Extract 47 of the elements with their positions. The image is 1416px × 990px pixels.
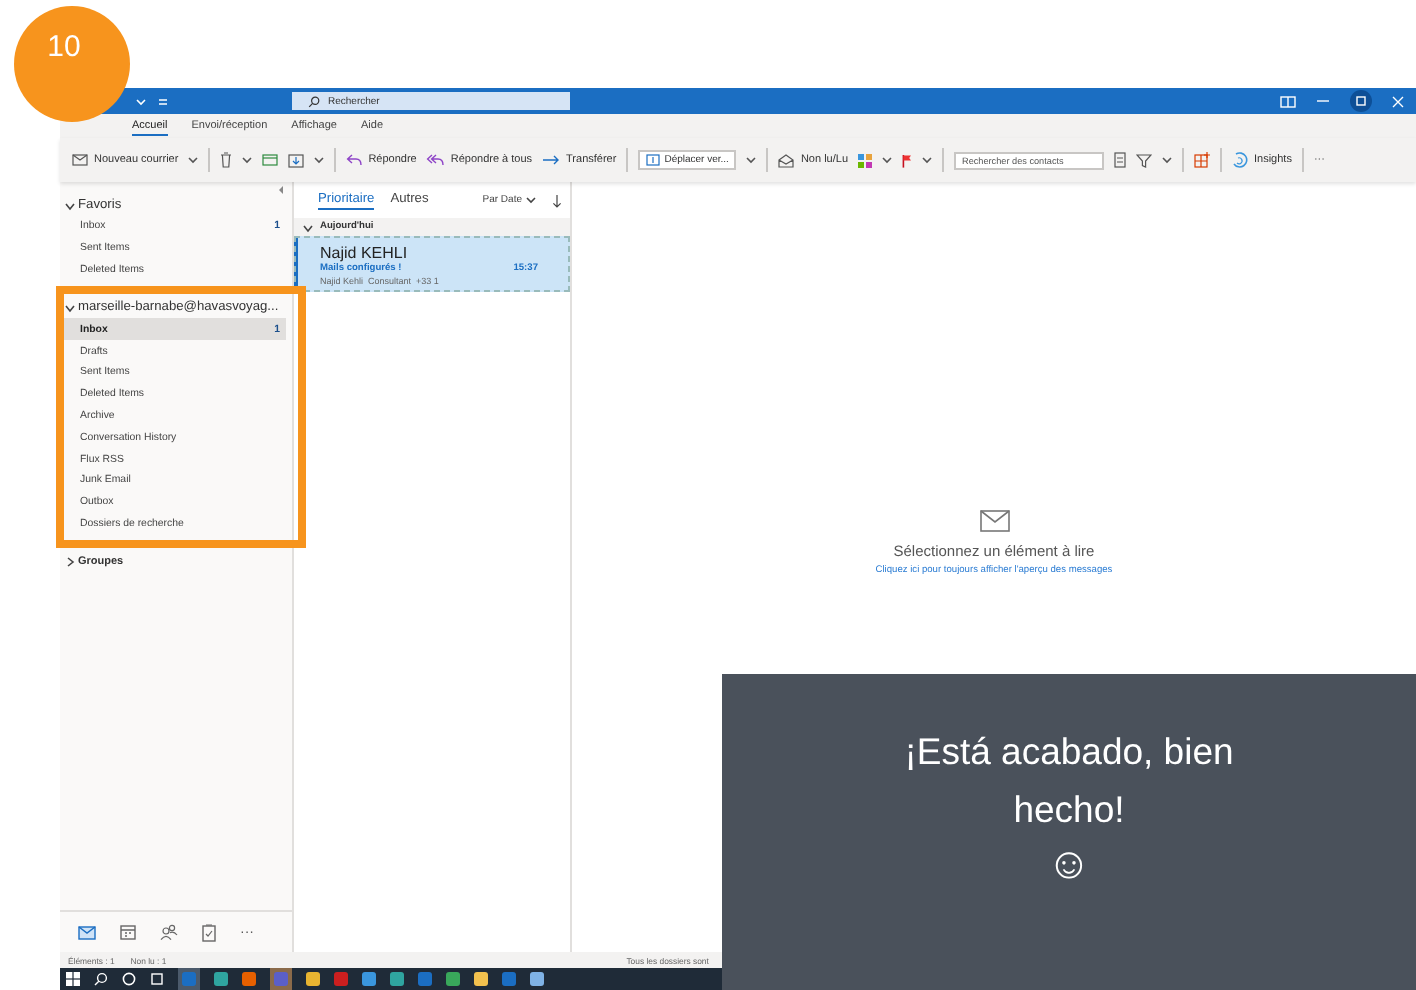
add-ins-icon[interactable] — [1194, 152, 1210, 168]
archive-icon[interactable] — [262, 154, 279, 166]
double-reply-arrow-icon — [426, 154, 445, 166]
forward-arrow-icon — [542, 154, 561, 166]
sort-arrow-icon[interactable] — [552, 193, 562, 207]
address-book-icon[interactable] — [1114, 152, 1126, 168]
sender-name: Najid KEHLI — [320, 244, 410, 262]
mail-icon[interactable] — [78, 925, 96, 939]
caret-icon — [922, 156, 932, 164]
trash-icon[interactable] — [220, 152, 233, 168]
categories-icon[interactable] — [858, 153, 872, 167]
caret-icon — [188, 156, 199, 164]
task-view-icon[interactable] — [150, 972, 164, 986]
caret-icon — [1162, 156, 1172, 164]
reply-arrow-icon — [346, 154, 363, 166]
step-badge: 10 — [14, 6, 130, 122]
flag-icon[interactable] — [902, 153, 912, 167]
envelope-icon — [979, 510, 1009, 532]
insights-icon — [1232, 152, 1248, 168]
chevron-right-icon[interactable] — [64, 555, 76, 568]
chevron-down-icon[interactable] — [302, 221, 314, 233]
caret-icon — [242, 156, 253, 164]
minimize-icon[interactable] — [1316, 96, 1330, 106]
chevron-down-icon[interactable] — [64, 199, 76, 211]
filter-icon[interactable] — [1136, 153, 1152, 167]
search-icon[interactable] — [94, 972, 108, 986]
smiley-icon: ☺ — [1046, 842, 1092, 887]
restore-icon[interactable] — [1350, 90, 1372, 112]
circle-icon[interactable] — [122, 972, 136, 986]
search-icon — [308, 95, 320, 107]
calendar-icon[interactable] — [120, 924, 136, 940]
customize-icon[interactable] — [158, 97, 168, 105]
caret-icon — [526, 196, 536, 204]
close-icon[interactable] — [1392, 95, 1404, 107]
collapse-arrow-icon[interactable] — [278, 186, 284, 194]
people-icon[interactable] — [160, 924, 178, 940]
envelope-icon — [72, 154, 88, 166]
chevron-down-icon[interactable] — [64, 301, 76, 314]
completion-message: ¡Está acabado, bien hecho! — [902, 728, 1236, 834]
caret-icon — [314, 156, 325, 164]
caret-icon — [746, 156, 757, 164]
windows-logo-icon[interactable] — [66, 972, 80, 986]
clipboard-check-icon[interactable] — [202, 923, 216, 941]
caret-icon — [882, 156, 892, 164]
book-icon[interactable] — [1280, 95, 1296, 107]
caret-icon — [136, 97, 146, 105]
open-envelope-icon — [778, 153, 795, 167]
